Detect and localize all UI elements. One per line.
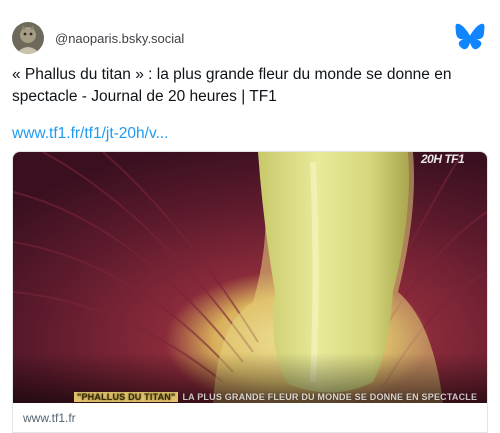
caption-text: LA PLUS GRANDE FLEUR DU MONDE SE DONNE E… [182,392,478,402]
preview-thumbnail[interactable] [13,152,487,403]
caption-highlight: "PHALLUS DU TITAN" [74,392,179,402]
post-text: « Phallus du titan » : la plus grande fl… [12,66,452,105]
avatar[interactable] [12,22,44,54]
post-card[interactable]: @naoparis.bsky.social « Phallus du titan… [0,0,500,433]
channel-logo: 20H TF1 [421,152,465,166]
link-preview-card[interactable]: 20H TF1 "PHALLUS DU TITAN" LA PLUS GRANDE… [12,151,488,433]
preview-domain[interactable]: www.tf1.fr [23,411,76,425]
butterfly-icon[interactable] [455,23,485,50]
video-caption: "PHALLUS DU TITAN" LA PLUS GRANDE FLEUR D… [13,392,487,404]
avatar-image [12,22,44,54]
post-link[interactable]: www.tf1.fr/tf1/jt-20h/v... [12,125,168,143]
author-handle[interactable]: @naoparis.bsky.social [55,31,184,46]
